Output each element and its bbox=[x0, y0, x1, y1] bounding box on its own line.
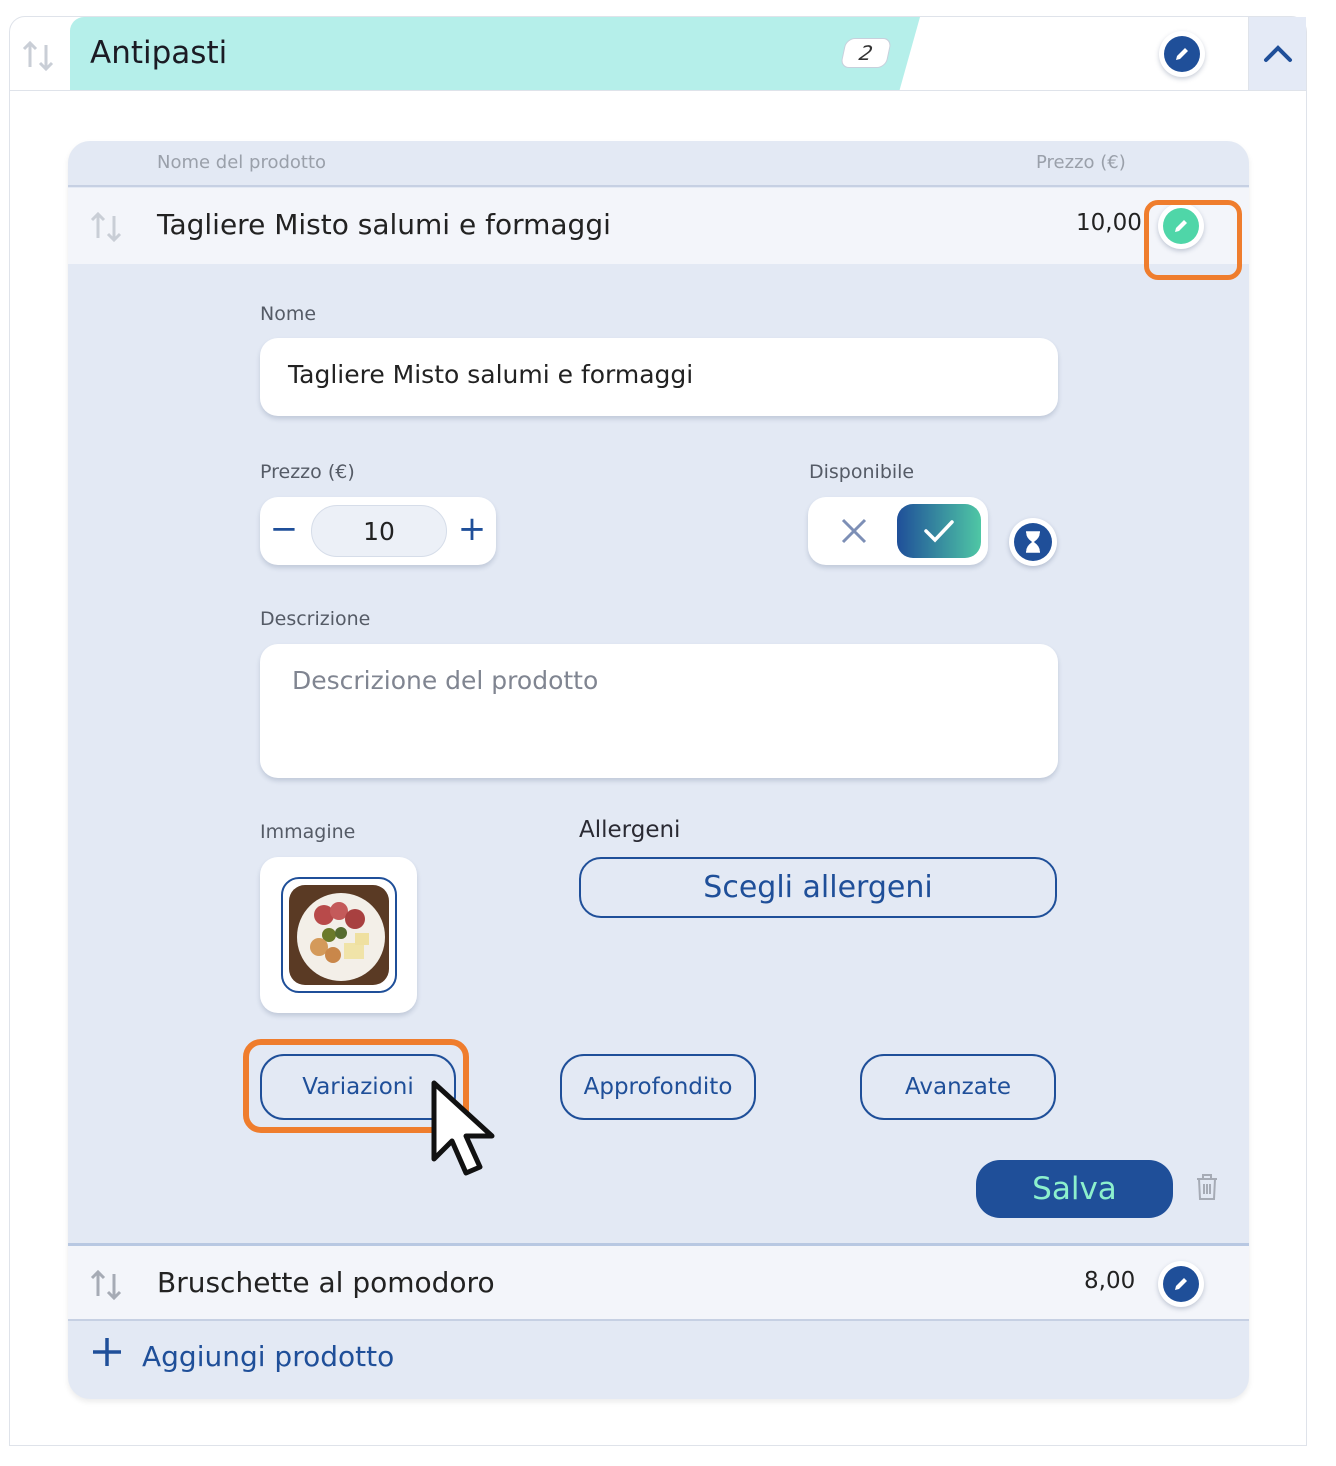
save-button[interactable]: Salva bbox=[976, 1160, 1173, 1218]
column-header-name: Nome del prodotto bbox=[157, 152, 327, 173]
product-name: Tagliere Misto salumi e formaggi bbox=[157, 208, 611, 241]
sort-arrows-icon[interactable] bbox=[88, 1264, 128, 1304]
mouse-cursor-icon bbox=[431, 1080, 495, 1176]
plus-icon bbox=[93, 1338, 121, 1366]
availability-toggle[interactable] bbox=[808, 497, 988, 565]
allergens-label: Allergeni bbox=[579, 817, 681, 843]
products-card: Nome del prodotto Prezzo (€) Tagliere Mi… bbox=[68, 141, 1249, 1399]
chevron-up-icon bbox=[1264, 45, 1292, 62]
description-placeholder: Descrizione del prodotto bbox=[292, 666, 599, 695]
category-title: Antipasti bbox=[90, 35, 228, 71]
food-platter-image bbox=[289, 885, 389, 985]
pencil-icon bbox=[1175, 1278, 1187, 1290]
category-edit-button[interactable] bbox=[1159, 31, 1205, 77]
table-header: Nome del prodotto Prezzo (€) bbox=[68, 141, 1249, 187]
price-stepper: − 10 + bbox=[260, 497, 496, 565]
available-yes-option[interactable] bbox=[897, 504, 981, 558]
name-field-value: Tagliere Misto salumi e formaggi bbox=[288, 360, 694, 389]
name-field[interactable]: Tagliere Misto salumi e formaggi bbox=[260, 338, 1058, 416]
column-header-price: Prezzo (€) bbox=[1036, 152, 1126, 173]
name-label: Nome bbox=[260, 303, 317, 325]
highlight-box bbox=[1144, 200, 1242, 280]
trash-icon[interactable] bbox=[1194, 1172, 1220, 1202]
product-price: 10,00 bbox=[1076, 210, 1142, 236]
product-price: 8,00 bbox=[1084, 1268, 1136, 1294]
category-header[interactable]: Antipasti 2 bbox=[10, 17, 1306, 91]
pencil-icon bbox=[1176, 48, 1188, 60]
image-label: Immagine bbox=[260, 821, 356, 843]
product-name: Bruschette al pomodoro bbox=[157, 1266, 495, 1299]
product-edit-button[interactable] bbox=[1158, 1261, 1204, 1307]
category-panel: Antipasti 2 Nome del prodotto Prezzo (€) bbox=[9, 16, 1307, 1446]
product-image[interactable] bbox=[281, 877, 397, 993]
decrement-button[interactable]: − bbox=[264, 509, 304, 549]
price-input[interactable]: 10 bbox=[311, 505, 447, 557]
advanced-button[interactable]: Avanzate bbox=[860, 1054, 1056, 1120]
description-field[interactable]: Descrizione del prodotto bbox=[260, 644, 1058, 778]
increment-button[interactable]: + bbox=[452, 509, 492, 549]
check-icon bbox=[924, 520, 954, 543]
close-icon[interactable] bbox=[838, 511, 870, 551]
price-label: Prezzo (€) bbox=[260, 461, 355, 483]
available-label: Disponibile bbox=[809, 461, 915, 483]
add-product-button[interactable]: Aggiungi prodotto bbox=[68, 1321, 1249, 1399]
product-row[interactable]: Bruschette al pomodoro 8,00 bbox=[68, 1243, 1249, 1321]
sort-arrows-icon[interactable] bbox=[20, 35, 60, 75]
image-picker[interactable] bbox=[260, 857, 417, 1013]
collapse-toggle[interactable] bbox=[1248, 17, 1306, 90]
schedule-button[interactable] bbox=[1009, 518, 1057, 566]
sort-arrows-icon[interactable] bbox=[88, 206, 128, 246]
description-label: Descrizione bbox=[260, 608, 371, 630]
details-button[interactable]: Approfondito bbox=[560, 1054, 756, 1120]
product-count-badge: 2 bbox=[839, 38, 893, 68]
choose-allergens-button[interactable]: Scegli allergeni bbox=[579, 857, 1057, 918]
product-row[interactable]: Tagliere Misto salumi e formaggi 10,00 bbox=[68, 188, 1249, 264]
hourglass-icon bbox=[1026, 531, 1040, 553]
add-product-label: Aggiungi prodotto bbox=[142, 1340, 395, 1373]
